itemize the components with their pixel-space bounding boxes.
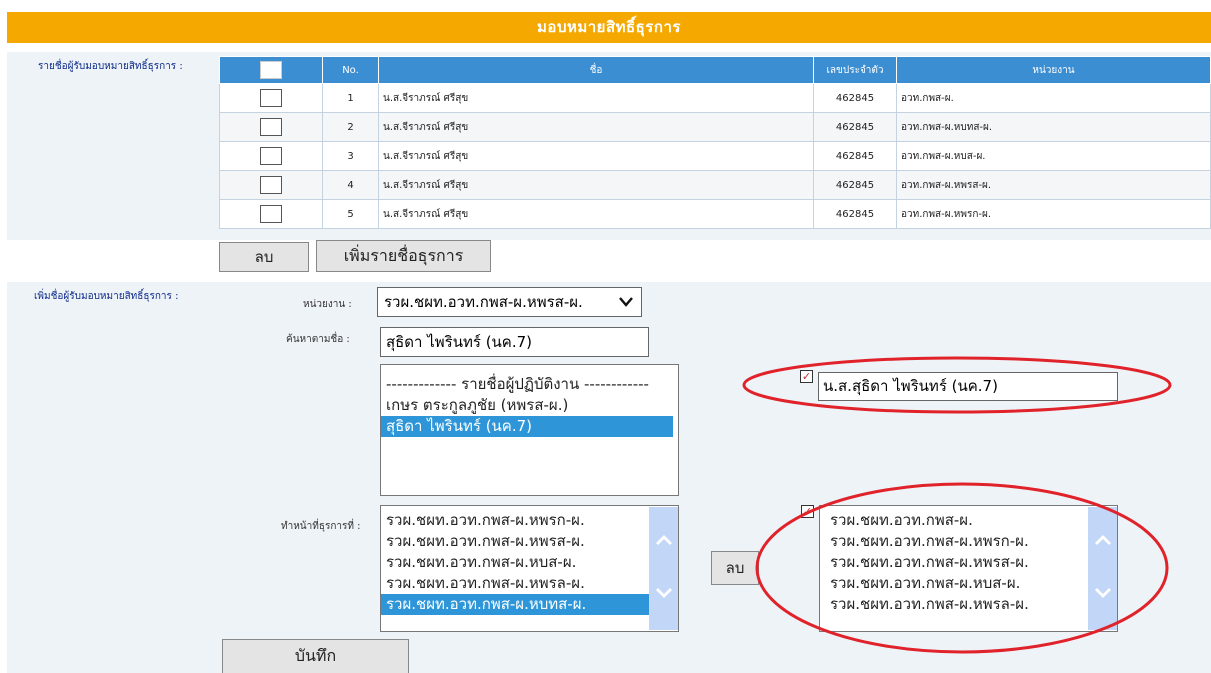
table-row: 4 น.ส.จีราภรณ์ ศรีสุข 462845 อวท.กพส-ผ.ห…: [219, 170, 1211, 200]
row-no: 4: [322, 170, 379, 200]
row-unit: อวท.กพส-ผ.หบทส-ผ.: [896, 112, 1211, 142]
list-item[interactable]: รวผ.ชผท.อวท.กพส-ผ.หบส-ผ.: [381, 552, 678, 573]
row-checkbox[interactable]: [260, 147, 282, 165]
row-no: 1: [322, 83, 379, 113]
assigned-units-list[interactable]: รวผ.ชผท.อวท.กพส-ผ. รวผ.ชผท.อวท.กพส-ผ.หพร…: [819, 505, 1118, 632]
row-no: 3: [322, 141, 379, 171]
list-item[interactable]: รวผ.ชผท.อวท.กพส-ผ.หพรส-ผ.: [825, 552, 1117, 573]
row-checkbox[interactable]: [260, 205, 282, 223]
chevron-up-icon[interactable]: [1094, 534, 1112, 546]
save-button[interactable]: บันทึก: [222, 639, 409, 673]
recipients-table: No. ชื่อ เลขประจำตัว หน่วยงาน 1 น.ส.จีรา…: [219, 56, 1211, 229]
row-checkbox[interactable]: [260, 89, 282, 107]
unit-select[interactable]: รวผ.ชผท.อวท.กพส-ผ.หพรส-ผ.: [377, 287, 642, 317]
row-id: 462845: [813, 199, 897, 229]
row-no: 5: [322, 199, 379, 229]
chevron-down-icon[interactable]: [655, 587, 673, 599]
staff-list[interactable]: ------------- รายชื่อผู้ปฏิบัติงาน -----…: [380, 364, 679, 496]
duty-list[interactable]: รวผ.ชผท.อวท.กพส-ผ.หพรก-ผ. รวผ.ชผท.อวท.กพ…: [380, 505, 679, 632]
row-unit: อวท.กพส-ผ.: [896, 83, 1211, 113]
table-row: 1 น.ส.จีราภรณ์ ศรีสุข 462845 อวท.กพส-ผ.: [219, 83, 1211, 113]
selected-name-checkbox[interactable]: ✓: [800, 370, 813, 383]
row-name: น.ส.จีราภรณ์ ศรีสุข: [378, 199, 814, 229]
add-admin-button[interactable]: เพิ่มรายชื่อธุรการ: [316, 240, 491, 272]
assigned-units-checkbox[interactable]: ✓: [801, 505, 814, 518]
unit-label: หน่วยงาน :: [303, 299, 352, 310]
chevron-down-icon[interactable]: [1094, 587, 1112, 599]
col-unit: หน่วยงาน: [896, 56, 1211, 84]
delete-recipient-button[interactable]: ลบ: [219, 242, 309, 272]
row-unit: อวท.กพส-ผ.หพรส-ผ.: [896, 170, 1211, 200]
row-id: 462845: [813, 83, 897, 113]
add-form-label: เพิ่มชื่อผู้รับมอบหมายสิทธิ์ธุรการ :: [34, 291, 179, 302]
row-id: 462845: [813, 112, 897, 142]
row-name: น.ส.จีราภรณ์ ศรีสุข: [378, 112, 814, 142]
list-item[interactable]: รวผ.ชผท.อวท.กพส-ผ.หพรก-ผ.: [825, 531, 1117, 552]
list-item[interactable]: รวผ.ชผท.อวท.กพส-ผ.หพรล-ผ.: [381, 573, 678, 594]
table-row: 3 น.ส.จีราภรณ์ ศรีสุข 462845 อวท.กพส-ผ.ห…: [219, 141, 1211, 171]
row-id: 462845: [813, 170, 897, 200]
remove-duty-button[interactable]: ลบ: [711, 551, 759, 585]
chevron-down-icon: [619, 297, 633, 307]
row-name: น.ส.จีราภรณ์ ศรีสุข: [378, 83, 814, 113]
row-name: น.ส.จีราภรณ์ ศรีสุข: [378, 141, 814, 171]
unit-select-value: รวผ.ชผท.อวท.กพส-ผ.หพรส-ผ.: [384, 293, 583, 311]
list-item[interactable]: รวผ.ชผท.อวท.กพส-ผ.หพรก-ผ.: [381, 510, 678, 531]
search-label: ค้นหาตามชื่อ :: [286, 334, 350, 345]
list-item[interactable]: รวผ.ชผท.อวท.กพส-ผ.หพรส-ผ.: [381, 531, 678, 552]
row-checkbox[interactable]: [260, 118, 282, 136]
col-no: No.: [322, 56, 379, 84]
duty-list-scrollbar[interactable]: [649, 507, 678, 630]
list-item-selected[interactable]: รวผ.ชผท.อวท.กพส-ผ.หบทส-ผ.: [381, 594, 649, 615]
recipients-label: รายชื่อผู้รับมอบหมายสิทธิ์ธุรการ :: [38, 61, 183, 72]
page-title: มอบหมายสิทธิ์ธุรการ: [7, 12, 1211, 43]
search-input[interactable]: สุธิดา ไพรินทร์ (นค.7): [380, 327, 649, 357]
chevron-up-icon[interactable]: [655, 534, 673, 546]
select-all-checkbox[interactable]: [260, 61, 282, 79]
duty-label: ทำหน้าที่ธุรการที่ :: [281, 521, 361, 532]
row-unit: อวท.กพส-ผ.หพรก-ผ.: [896, 199, 1211, 229]
list-item[interactable]: ------------- รายชื่อผู้ปฏิบัติงาน -----…: [381, 374, 678, 395]
assigned-units-scrollbar[interactable]: [1088, 507, 1117, 630]
col-id: เลขประจำตัว: [813, 56, 897, 84]
table-row: 5 น.ส.จีราภรณ์ ศรีสุข 462845 อวท.กพส-ผ.ห…: [219, 199, 1211, 229]
row-checkbox[interactable]: [260, 176, 282, 194]
row-no: 2: [322, 112, 379, 142]
list-item[interactable]: รวผ.ชผท.อวท.กพส-ผ.หพรล-ผ.: [825, 594, 1117, 615]
list-item[interactable]: เกษร ตระกูลภูชัย (หพรส-ผ.): [381, 395, 678, 416]
row-unit: อวท.กพส-ผ.หบส-ผ.: [896, 141, 1211, 171]
row-name: น.ส.จีราภรณ์ ศรีสุข: [378, 170, 814, 200]
selected-name-field: น.ส.สุธิดา ไพรินทร์ (นค.7): [818, 372, 1118, 401]
row-id: 462845: [813, 141, 897, 171]
select-all-cell: [219, 56, 323, 84]
col-name: ชื่อ: [378, 56, 814, 84]
table-row: 2 น.ส.จีราภรณ์ ศรีสุข 462845 อวท.กพส-ผ.ห…: [219, 112, 1211, 142]
list-item-selected[interactable]: สุธิดา ไพรินทร์ (นค.7): [381, 416, 673, 437]
table-header-row: No. ชื่อ เลขประจำตัว หน่วยงาน: [219, 56, 1211, 84]
list-item[interactable]: รวผ.ชผท.อวท.กพส-ผ.หบส-ผ.: [825, 573, 1117, 594]
list-item[interactable]: รวผ.ชผท.อวท.กพส-ผ.: [825, 510, 1117, 531]
